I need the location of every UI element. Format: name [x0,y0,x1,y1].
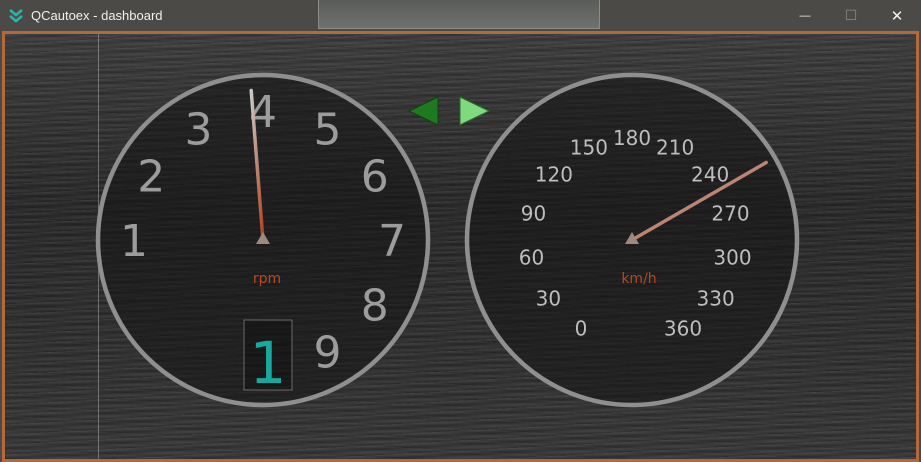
close-button[interactable]: ✕ [874,0,920,31]
speed-label-180: 180 [613,126,651,150]
speed-label-270: 270 [711,202,749,226]
kmh-unit-label: km/h [621,271,656,287]
maximize-button[interactable]: ☐ [828,0,874,31]
minimize-icon: — [799,9,811,22]
speed-label-360: 360 [664,316,702,340]
tachometer-gauge: 123 4 56789 rpm 1 [95,72,431,408]
speed-label-300: 300 [713,246,751,270]
tachometer-label-7: 7 [378,216,406,267]
gear-indicator: 1 [250,329,287,397]
speed-label-0: 0 [575,316,588,340]
speed-label-120: 120 [535,162,573,186]
speedometer-gauge: 0 30 60 90 120150 180 210240 270 300 330 360 km/h [464,72,800,408]
tachometer-label-8: 8 [361,281,389,332]
tachometer-label-6: 6 [361,152,389,203]
app-chevron-icon [9,9,23,23]
speed-label-330: 330 [697,287,735,311]
window-frame: 123456789 rpm 1 0 30 60 90 120 150 180 210 240 27… [2,31,919,462]
dashboard-panel: 123456789 rpm 1 0 30 60 90 120 150 180 210 240 27… [5,34,916,459]
title-bar-thumbnail [318,0,600,29]
rpm-unit-label: rpm [253,271,281,287]
speed-label-210: 210 [656,136,694,160]
close-icon: ✕ [890,7,904,25]
triangle-left-icon[interactable] [407,96,439,126]
speed-label-60: 60 [519,246,544,270]
minimize-button[interactable]: — [782,0,828,31]
maximize-icon: ☐ [844,7,858,23]
speed-label-30: 30 [536,287,561,311]
speed-label-240: 240 [691,162,729,186]
window-title: QCautoex - dashboard [31,8,163,23]
speed-label-150: 150 [570,136,608,160]
title-bar[interactable]: QCautoex - dashboard — ☐ ✕ [0,0,921,31]
tachometer-label-1: 1 [120,216,148,267]
tachometer-label-3: 3 [185,104,213,155]
gauges-canvas: 123 4 56789 rpm 1 0306090120150 180 21024027… [95,72,800,408]
tachometer-label-2: 2 [137,152,165,203]
tachometer-label-9: 9 [314,328,342,379]
speed-label-90: 90 [521,202,546,226]
dashboard-window: QCautoex - dashboard — ☐ ✕ 123456789 rpm [0,0,921,462]
triangle-right-icon[interactable] [459,96,491,126]
tachometer-label-5: 5 [314,104,342,155]
